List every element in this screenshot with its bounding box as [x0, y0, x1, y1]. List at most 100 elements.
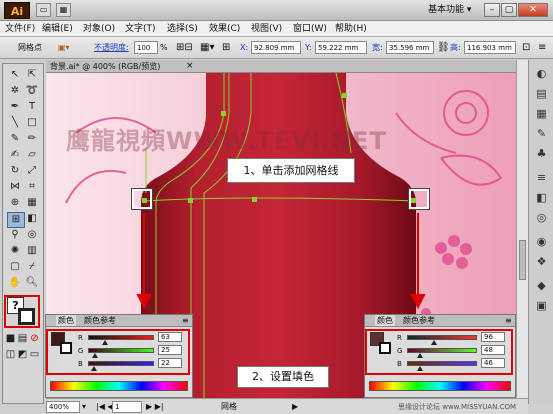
menu-window[interactable]: 窗口(W) [292, 22, 328, 36]
pen-tool-icon[interactable]: ✒ [7, 100, 23, 114]
workspace-switcher[interactable]: 基本功能 ▾ [428, 3, 471, 17]
color-mode-icon[interactable]: ■ [5, 332, 16, 346]
draw-normal-icon[interactable]: ◫ [5, 348, 16, 362]
stroke-icon[interactable]: ≡ [534, 170, 549, 185]
transform-icon[interactable]: ⊡ [522, 42, 530, 54]
status-bar: 400% ▾ |◀ ◀ 1 ▶ ▶| 网格 ▶ 思缘设计论坛 www.MISSY… [46, 398, 528, 414]
eyedropper-tool-icon[interactable]: ⚲ [7, 228, 23, 242]
zoom-dropdown-icon[interactable]: ▾ [82, 401, 86, 413]
menu-type[interactable]: 文字(T) [124, 22, 157, 36]
hand-tool-icon[interactable]: ✋ [7, 276, 23, 290]
status-arrow-icon[interactable]: ▶ [292, 401, 298, 413]
perspective-grid-tool-icon[interactable]: ▦ [24, 196, 40, 210]
pencil-tool-icon[interactable]: ✏ [24, 132, 40, 146]
slider-thumb[interactable] [417, 353, 424, 358]
color-spectrum[interactable] [50, 381, 188, 391]
free-transform-tool-icon[interactable]: ⌗ [24, 180, 40, 194]
panel-menu-icon[interactable]: ≡ [538, 42, 546, 54]
color-guide-icon[interactable]: ▤ [534, 86, 549, 101]
next-page-icon[interactable]: ▶ ▶| [146, 401, 164, 413]
mesh-options-icon[interactable]: ⊞⊟ [176, 42, 193, 54]
slice-tool-icon[interactable]: ⌿ [24, 260, 40, 274]
menu-view[interactable]: 视图(V) [250, 22, 283, 36]
opacity-input[interactable]: 100 [134, 41, 158, 54]
gradient-icon[interactable]: ◧ [534, 190, 549, 205]
column-graph-tool-icon[interactable]: ▥ [24, 244, 40, 258]
document-tab-title[interactable]: 背景.ai* @ 400% (RGB/预览) [50, 61, 160, 72]
scrollbar-thumb[interactable] [519, 240, 526, 280]
layers-icon[interactable]: ◆ [534, 278, 549, 293]
zoom-field[interactable]: 400% [46, 401, 80, 413]
opacity-label[interactable]: 不透明度: [94, 42, 129, 54]
rotate-tool-icon[interactable]: ↻ [7, 164, 23, 178]
lasso-tool-icon[interactable]: ➰ [24, 84, 40, 98]
x-input[interactable]: 92.809 mm [251, 41, 301, 54]
selection-tool-icon[interactable]: ↖ [7, 68, 23, 82]
align-icon[interactable]: ⊞ [222, 42, 230, 54]
rectangle-tool-icon[interactable]: □ [24, 116, 40, 130]
tab-color-guide[interactable]: 颜色参考 [401, 315, 437, 326]
symbols-icon[interactable]: ♣ [534, 146, 549, 161]
color-panel-icon[interactable]: ◐ [534, 66, 549, 81]
magic-wand-tool-icon[interactable]: ✲ [7, 84, 23, 98]
panel-menu-icon[interactable]: ≡ [503, 315, 514, 326]
height-input[interactable]: 116.903 mm [464, 41, 516, 54]
draw-behind-icon[interactable]: ◩ [17, 348, 28, 362]
direct-selection-tool-icon[interactable]: ⇱ [24, 68, 40, 82]
menu-select[interactable]: 选择(S) [166, 22, 199, 36]
tab-color[interactable]: 颜色 [56, 315, 76, 326]
width-input[interactable]: 35.596 mm [386, 41, 434, 54]
symbol-sprayer-tool-icon[interactable]: ✺ [7, 244, 23, 258]
vertical-scrollbar[interactable] [516, 60, 528, 398]
gradient-tool-icon[interactable]: ◧ [24, 212, 40, 226]
fill-swatch-icon[interactable]: ▣▾ [58, 42, 70, 54]
menu-edit[interactable]: 编辑(E) [41, 22, 74, 36]
slider-thumb[interactable] [430, 340, 437, 345]
menu-help[interactable]: 帮助(H) [334, 22, 368, 36]
swatches-icon[interactable]: ▦ [534, 106, 549, 121]
menu-file[interactable]: 文件(F) [4, 22, 36, 36]
height-label: 高: [450, 43, 461, 52]
tab-color[interactable]: 颜色 [375, 315, 395, 326]
mesh-tool-icon[interactable]: ⊞ [7, 212, 25, 228]
arrange-icon[interactable]: ▦ [56, 3, 71, 17]
blend-tool-icon[interactable]: ◎ [24, 228, 40, 242]
graphic-styles-icon[interactable]: ❖ [534, 254, 549, 269]
brushes-icon[interactable]: ✎ [534, 126, 549, 141]
tab-color-guide[interactable]: 颜色参考 [82, 315, 118, 326]
scale-tool-icon[interactable]: ⤢ [24, 164, 40, 178]
reference-point-icon[interactable]: ▦▾ [200, 42, 214, 54]
slider-thumb[interactable] [101, 340, 108, 345]
panel-menu-icon[interactable]: ≡ [180, 315, 191, 326]
restore-button[interactable]: ▢ [501, 3, 517, 17]
appearance-icon[interactable]: ◉ [534, 234, 549, 249]
document-tab-close[interactable]: × [186, 60, 194, 72]
gradient-mode-icon[interactable]: ▤ [17, 332, 28, 346]
close-button[interactable]: ✕ [518, 3, 548, 17]
eraser-tool-icon[interactable]: ▱ [24, 148, 40, 162]
line-tool-icon[interactable]: ╲ [7, 116, 23, 130]
none-mode-icon[interactable]: ⊘ [29, 332, 40, 346]
link-icon[interactable]: ⛓ [437, 42, 450, 54]
color-spectrum[interactable] [369, 381, 511, 391]
menu-object[interactable]: 对象(O) [82, 22, 116, 36]
first-page-icon[interactable]: |◀ ◀ [96, 401, 114, 413]
artboards-icon[interactable]: ▣ [534, 298, 549, 313]
bridge-icon[interactable]: ▭ [36, 3, 51, 17]
zoom-tool-icon[interactable]: 🔍︎ [24, 276, 40, 290]
slider-thumb[interactable] [416, 366, 423, 371]
screen-mode-icon[interactable]: ▭ [29, 348, 40, 362]
menu-effect[interactable]: 效果(C) [208, 22, 241, 36]
shape-builder-tool-icon[interactable]: ⊕ [7, 196, 23, 210]
artboard-tool-icon[interactable]: ▢ [7, 260, 23, 274]
blob-brush-tool-icon[interactable]: ✍ [7, 148, 23, 162]
minimize-button[interactable]: – [484, 3, 500, 17]
y-input[interactable]: 59.222 mm [315, 41, 367, 54]
artboard-number-field[interactable]: 1 [112, 401, 142, 413]
paintbrush-tool-icon[interactable]: ✎ [7, 132, 23, 146]
transparency-icon[interactable]: ◎ [534, 210, 549, 225]
slider-thumb[interactable] [90, 366, 97, 371]
slider-thumb[interactable] [91, 353, 98, 358]
type-tool-icon[interactable]: T [24, 100, 40, 114]
width-tool-icon[interactable]: ⋈ [7, 180, 23, 194]
